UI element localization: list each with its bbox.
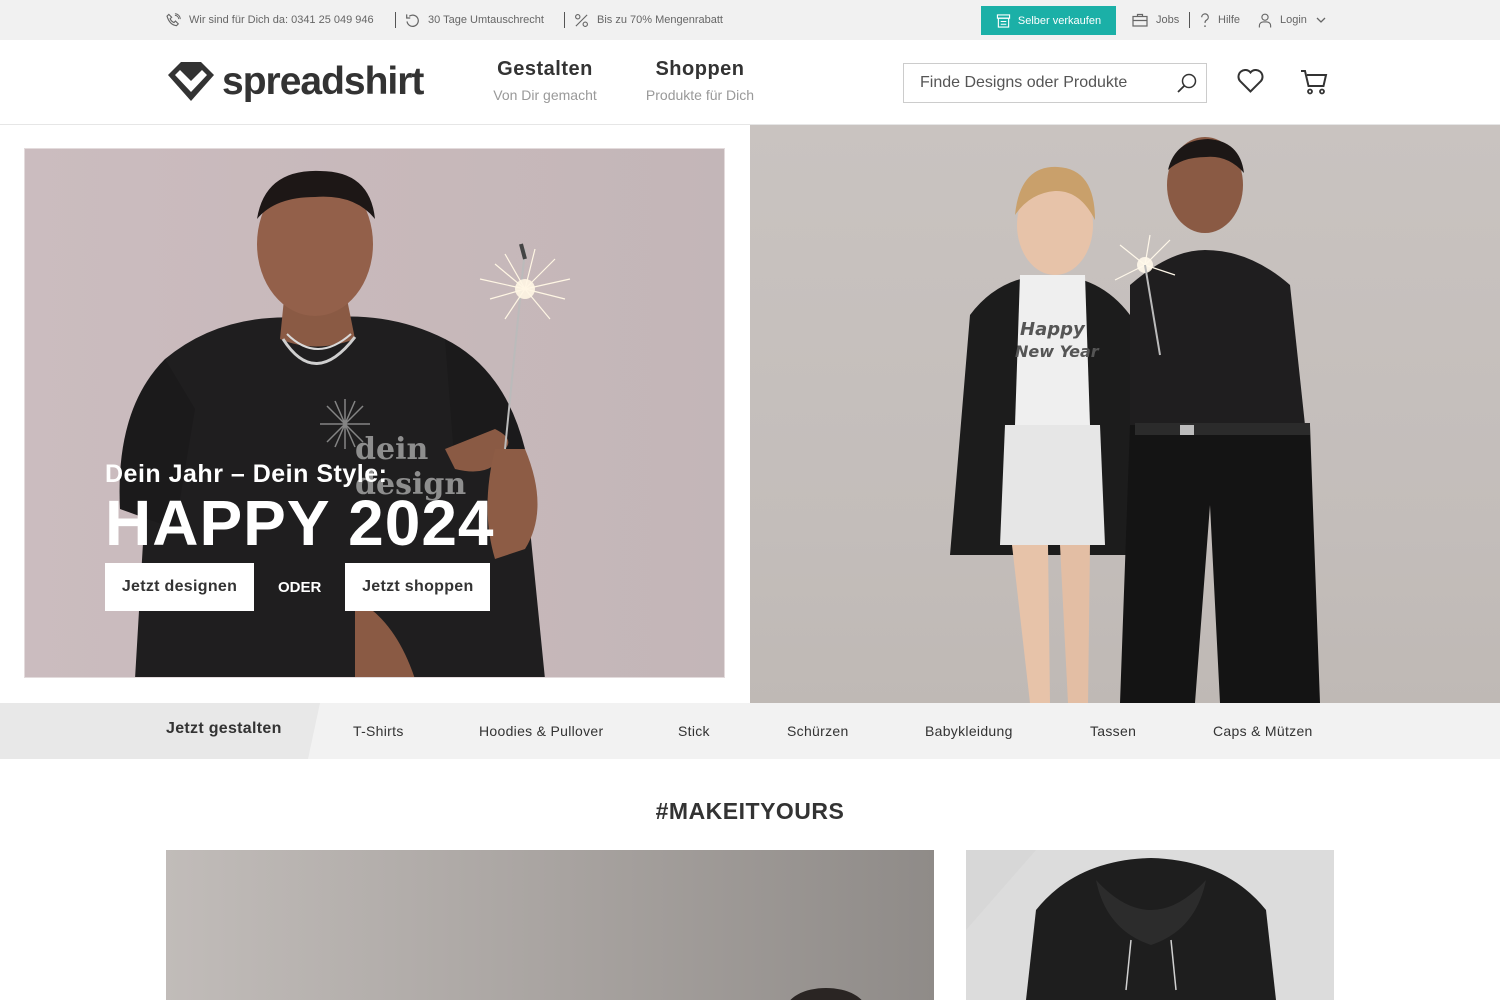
- jobs-link[interactable]: Jobs: [1132, 0, 1179, 40]
- hero-actions: Jetzt designen ODER Jetzt shoppen: [105, 563, 491, 611]
- support-phone-item[interactable]: Wir sind für Dich da: 0341 25 049 946: [166, 0, 374, 40]
- help-label: Hilfe: [1218, 14, 1241, 26]
- login-menu[interactable]: Login: [1258, 0, 1326, 40]
- category-babywear[interactable]: Babykleidung: [925, 723, 1013, 739]
- site-header: spreadshirt Gestalten Von Dir gemacht Sh…: [0, 40, 1500, 125]
- shop-now-button[interactable]: Jetzt shoppen: [345, 563, 491, 611]
- phone-icon: [166, 12, 181, 26]
- shop-icon: [996, 13, 1011, 28]
- spreadshirt-logo[interactable]: spreadshirt: [166, 60, 424, 103]
- svg-text:Happy: Happy: [1020, 319, 1086, 340]
- login-label: Login: [1280, 14, 1307, 26]
- discount-text: Bis zu 70% Mengenrabatt: [597, 14, 723, 26]
- sell-button-label: Selber verkaufen: [1017, 14, 1102, 27]
- jobs-label: Jobs: [1156, 14, 1180, 26]
- discount-item[interactable]: Bis zu 70% Mengenrabatt: [574, 0, 723, 40]
- category-tshirts[interactable]: T-Shirts: [353, 723, 404, 739]
- hero-couple-illustration: Happy New Year: [950, 137, 1320, 703]
- category-bar: Jetzt gestalten T-Shirts Hoodies & Pullo…: [0, 703, 1500, 759]
- or-separator: ODER: [278, 578, 322, 596]
- nav-gestalten[interactable]: Gestalten Von Dir gemacht: [490, 58, 600, 103]
- hero-title: HAPPY 2024: [105, 487, 495, 559]
- exchange-text: 30 Tage Umtauschrecht: [428, 14, 544, 26]
- hoodie-illustration: [966, 850, 1276, 1000]
- section-heading: #MAKEITYOURS: [655, 798, 845, 824]
- heart-icon[interactable]: [1237, 69, 1264, 93]
- category-hoodies[interactable]: Hoodies & Pullover: [479, 723, 603, 739]
- promo-image-large[interactable]: [166, 850, 934, 1000]
- user-icon: [1258, 13, 1272, 28]
- heart-logo-icon: [168, 62, 214, 101]
- chevron-down-icon: [1316, 17, 1326, 23]
- cart-icon[interactable]: [1300, 69, 1328, 95]
- question-mark-icon: [1201, 12, 1209, 27]
- briefcase-icon: [1132, 13, 1148, 27]
- hero-image-couple[interactable]: Happy New Year: [750, 125, 1500, 703]
- search-input[interactable]: [904, 64, 1164, 102]
- category-stick[interactable]: Stick: [678, 723, 710, 739]
- divider: [564, 12, 565, 28]
- hero-headline: Dein Jahr – Dein Style: HAPPY 2024: [105, 460, 495, 555]
- percent-icon: [575, 13, 588, 27]
- support-phone-text: Wir sind für Dich da: 0341 25 049 946: [189, 14, 374, 26]
- promo-image-large-illustration: [790, 988, 862, 1000]
- hero-subtitle: Dein Jahr – Dein Style:: [105, 460, 388, 488]
- nav-shoppen-subtitle: Produkte für Dich: [645, 87, 755, 103]
- svg-text:New Year: New Year: [1015, 342, 1100, 361]
- divider: [395, 12, 396, 28]
- nav-shoppen-title: Shoppen: [655, 58, 745, 80]
- start-designing-tab[interactable]: Jetzt gestalten: [0, 703, 320, 759]
- design-now-button[interactable]: Jetzt designen: [105, 563, 254, 611]
- start-designing-label: Jetzt gestalten: [166, 720, 282, 737]
- promo-image-hoodie[interactable]: [966, 850, 1334, 1000]
- hero-left-panel: dein design: [0, 125, 750, 703]
- nav-shoppen[interactable]: Shoppen Produkte für Dich: [640, 58, 760, 103]
- category-mugs[interactable]: Tassen: [1090, 723, 1136, 739]
- divider: [1189, 12, 1190, 28]
- utility-bar: Wir sind für Dich da: 0341 25 049 946 30…: [0, 0, 1500, 40]
- return-arrow-icon: [406, 13, 419, 27]
- category-aprons[interactable]: Schürzen: [787, 723, 849, 739]
- help-link[interactable]: Hilfe: [1200, 0, 1240, 40]
- search-icon[interactable]: [1176, 72, 1198, 94]
- nav-gestalten-subtitle: Von Dir gemacht: [493, 87, 597, 103]
- search-box: [903, 63, 1207, 103]
- logo-wordmark: spreadshirt: [222, 60, 424, 103]
- category-caps[interactable]: Caps & Mützen: [1213, 723, 1313, 739]
- exchange-item[interactable]: 30 Tage Umtauschrecht: [405, 0, 544, 40]
- nav-gestalten-title: Gestalten: [497, 58, 593, 80]
- sell-button[interactable]: Selber verkaufen: [981, 6, 1116, 35]
